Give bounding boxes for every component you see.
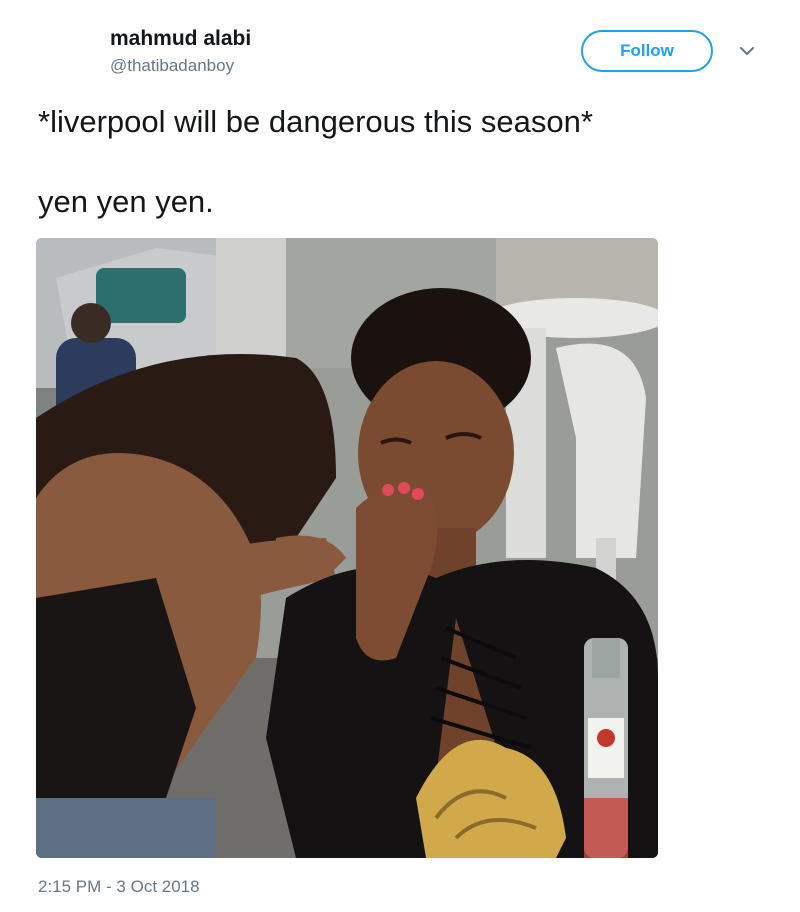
- author-display-name[interactable]: mahmud alabi: [110, 26, 251, 52]
- follow-button[interactable]: Follow: [581, 30, 713, 72]
- photo-illustration: [36, 238, 658, 858]
- author-block[interactable]: mahmud alabi @thatibadanboy: [110, 26, 251, 78]
- tweet-card: mahmud alabi @thatibadanboy Follow *live…: [0, 0, 800, 912]
- tweet-photo[interactable]: [36, 238, 658, 858]
- chevron-down-icon[interactable]: [738, 44, 756, 58]
- tweet-text: *liverpool will be dangerous this season…: [38, 104, 593, 219]
- author-handle[interactable]: @thatibadanboy: [110, 54, 251, 78]
- tweet-timestamp[interactable]: 2:15 PM - 3 Oct 2018: [38, 876, 200, 898]
